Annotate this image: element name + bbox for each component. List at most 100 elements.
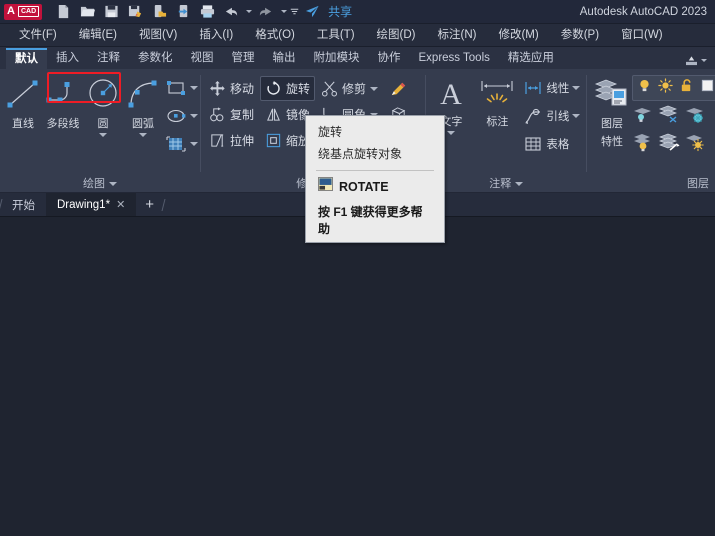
layer-color-icon[interactable]	[700, 78, 715, 98]
menu-tools[interactable]: 工具(T)	[306, 24, 366, 47]
ribbon-tab-addins[interactable]: 附加模块	[305, 48, 369, 69]
draw-rectangle-caret-icon[interactable]	[190, 86, 198, 90]
rectangle-icon	[165, 78, 187, 98]
modify-move-button[interactable]: 移动	[204, 76, 259, 101]
draw-hatch-caret-icon[interactable]	[190, 142, 198, 146]
ribbon-tab-collaborate[interactable]: 协作	[369, 48, 410, 69]
rotate-icon	[265, 80, 282, 97]
draw-arc-caret-icon[interactable]	[139, 133, 147, 137]
ribbon-tab-output[interactable]: 输出	[264, 48, 305, 69]
modify-erase-button[interactable]	[384, 76, 413, 101]
layer-unlock-icon[interactable]	[679, 78, 694, 98]
menu-dimension[interactable]: 标注(N)	[427, 24, 488, 47]
menu-view[interactable]: 视图(V)	[128, 24, 188, 47]
save-as-icon[interactable]	[124, 2, 146, 22]
quick-access-toolbar: 共享	[52, 2, 352, 22]
menu-parametric[interactable]: 参数(P)	[550, 24, 610, 47]
undo-icon[interactable]	[220, 2, 242, 22]
redo-dropdown-caret-icon[interactable]	[279, 2, 288, 22]
menu-file[interactable]: 文件(F)	[8, 24, 68, 47]
modify-stretch-label: 拉伸	[230, 134, 255, 148]
save-to-web-icon[interactable]	[172, 2, 194, 22]
table-icon	[523, 135, 543, 153]
panel-annotation-title[interactable]: 注释	[426, 175, 586, 193]
menu-window[interactable]: 窗口(W)	[610, 24, 674, 47]
ribbon-tab-manage[interactable]: 管理	[223, 48, 264, 69]
panel-draw-expand-caret-icon[interactable]	[109, 182, 117, 186]
ribbon-tab-view[interactable]: 视图	[182, 48, 223, 69]
layer-freeze-icon[interactable]	[658, 104, 680, 129]
save-icon[interactable]	[100, 2, 122, 22]
annotation-dimension-label: 标注	[486, 116, 509, 128]
modify-rotate-label: 旋转	[286, 82, 311, 96]
annotation-leader-caret-icon[interactable]	[572, 114, 581, 118]
layer-thaw-icon[interactable]	[658, 78, 673, 98]
modify-copy-button[interactable]: 复制	[204, 102, 259, 127]
modify-trim-button[interactable]: 修剪	[316, 76, 383, 101]
autocad-logo[interactable]: A CAD	[4, 3, 43, 20]
draw-circle-caret-icon[interactable]	[99, 133, 107, 137]
doc-tab-start[interactable]: 开始	[1, 193, 46, 216]
doc-tab-drawing1[interactable]: Drawing1* ✕	[46, 193, 137, 216]
new-file-icon[interactable]	[52, 2, 74, 22]
undo-dropdown-caret-icon[interactable]	[244, 2, 253, 22]
customize-qat-icon[interactable]	[290, 2, 299, 22]
open-file-icon[interactable]	[76, 2, 98, 22]
layer-on-icon[interactable]	[637, 78, 652, 98]
annotation-leader-button[interactable]: 引线	[521, 103, 582, 129]
draw-ellipse-button[interactable]	[163, 103, 200, 129]
redo-icon[interactable]	[255, 2, 277, 22]
ribbon-minimize-control[interactable]	[685, 55, 715, 69]
new-tab-button[interactable]: +	[136, 193, 163, 216]
modify-stretch-button[interactable]: 拉伸	[204, 128, 259, 153]
menu-format[interactable]: 格式(O)	[244, 24, 306, 47]
layer-grid-row-2	[632, 132, 715, 157]
draw-rectangle-button[interactable]	[163, 75, 200, 101]
menu-draw[interactable]: 绘图(D)	[366, 24, 427, 47]
tooltip-divider	[316, 170, 434, 171]
ribbon-tab-default[interactable]: 默认	[6, 48, 47, 69]
draw-polyline-button[interactable]: 多段线	[43, 73, 83, 131]
leader-icon	[523, 107, 543, 125]
tooltip-description: 绕基点旋转对象	[318, 147, 403, 161]
mirror-icon	[265, 106, 282, 123]
annotation-small-buttons: 线性 引线 表格	[521, 73, 582, 157]
share-icon[interactable]	[301, 2, 323, 22]
annotation-linear-button[interactable]: 线性	[521, 75, 582, 101]
layer-off-icon[interactable]	[632, 132, 654, 157]
annotation-linear-caret-icon[interactable]	[572, 86, 581, 90]
modify-trim-caret-icon[interactable]	[370, 86, 379, 91]
ribbon-tab-featured-apps[interactable]: 精选应用	[499, 48, 563, 69]
layer-isolate-icon[interactable]	[632, 104, 654, 129]
draw-hatch-button[interactable]	[163, 131, 200, 157]
ribbon-tab-insert[interactable]: 插入	[47, 48, 88, 69]
modify-rotate-button[interactable]: 旋转	[260, 76, 316, 101]
doc-tab-drawing1-label: Drawing1*	[57, 198, 111, 211]
draw-arc-button[interactable]: 圆弧	[123, 73, 163, 137]
draw-circle-button[interactable]: 圆	[83, 73, 123, 137]
annotation-dimension-button[interactable]: 标注	[473, 73, 521, 129]
layer-lock-icon[interactable]	[684, 104, 706, 129]
ribbon-tab-annotate[interactable]: 注释	[88, 48, 129, 69]
panel-annotation-expand-caret-icon[interactable]	[515, 182, 524, 186]
panel-draw-title[interactable]: 绘图	[0, 175, 200, 193]
close-icon[interactable]: ✕	[116, 198, 125, 211]
menu-edit[interactable]: 编辑(E)	[68, 24, 128, 47]
menu-insert[interactable]: 插入(I)	[188, 24, 244, 47]
panel-layers-title[interactable]: 图层	[587, 175, 715, 193]
share-label[interactable]: 共享	[328, 3, 352, 20]
draw-line-button[interactable]: 直线	[3, 73, 43, 131]
menu-modify[interactable]: 修改(M)	[487, 24, 549, 47]
plot-icon[interactable]	[196, 2, 218, 22]
ribbon-tab-parametric[interactable]: 参数化	[129, 48, 182, 69]
annotation-table-button[interactable]: 表格	[521, 131, 582, 157]
layer-match-icon[interactable]	[684, 132, 706, 157]
draw-ellipse-caret-icon[interactable]	[190, 114, 198, 118]
layer-merge-icon[interactable]	[658, 132, 680, 157]
open-from-web-icon[interactable]	[148, 2, 170, 22]
modify-move-label: 移动	[230, 82, 255, 96]
ribbon-tab-express-tools[interactable]: Express Tools	[410, 48, 499, 69]
layer-properties-button[interactable]: 图层 特性	[592, 73, 632, 149]
app-title: Autodesk AutoCAD 2023	[579, 6, 707, 18]
annotation-text-caret-icon[interactable]	[447, 131, 456, 135]
